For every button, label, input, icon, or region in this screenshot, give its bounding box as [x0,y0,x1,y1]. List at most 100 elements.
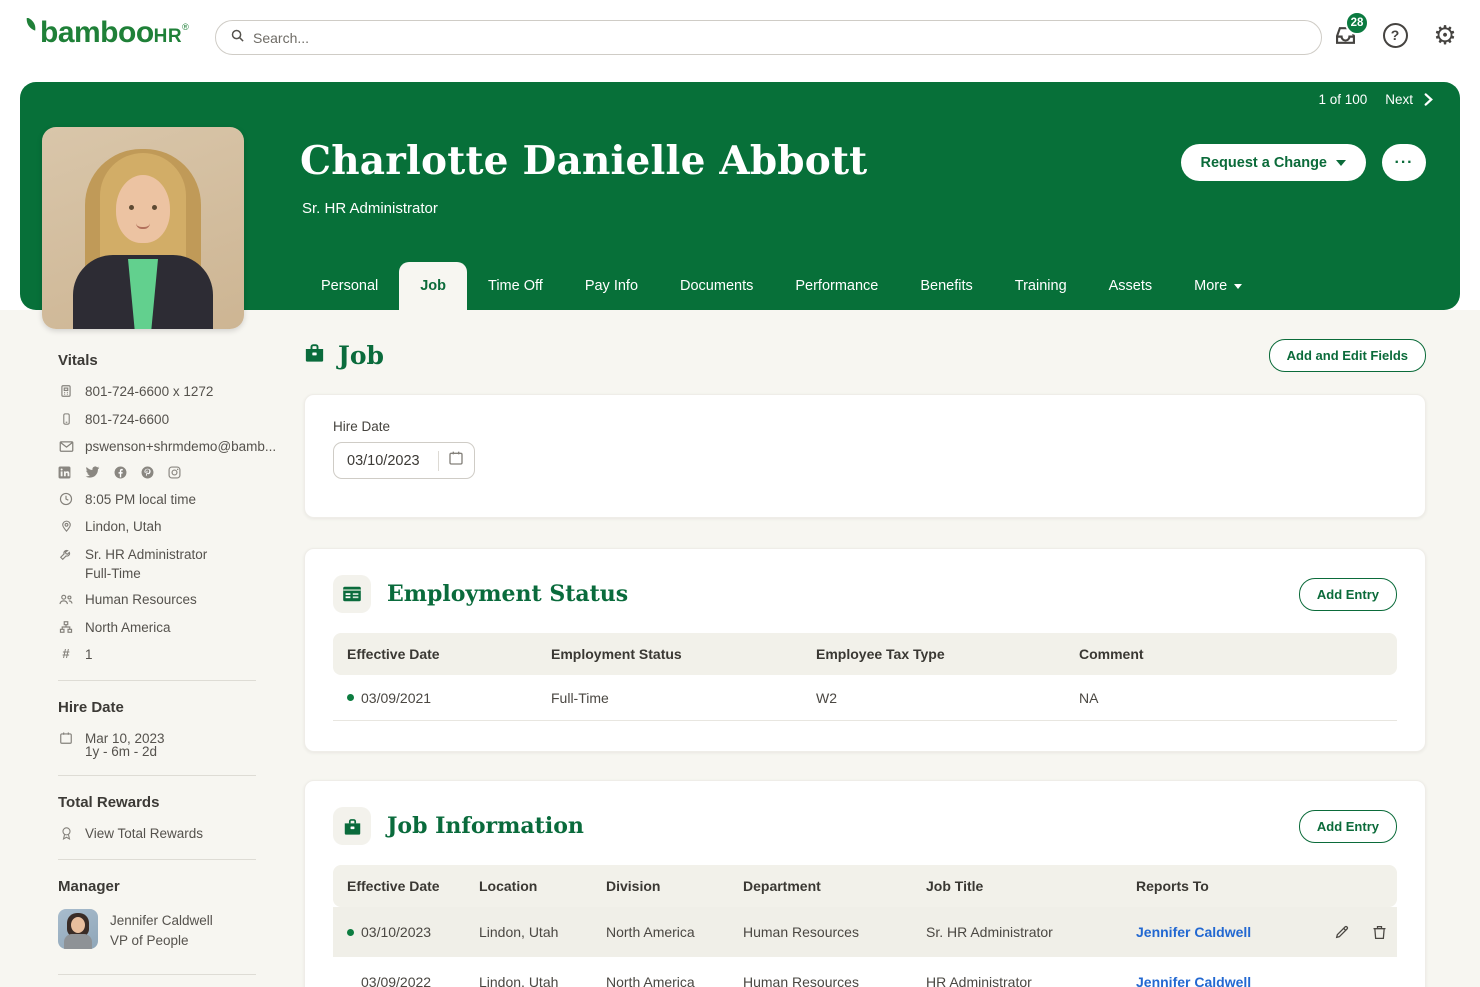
divider [58,775,256,776]
hire-date-input-value: 03/10/2023 [347,453,429,469]
work-phone-item: 801-724-6600 x 1272 [58,383,280,401]
tab-personal[interactable]: Personal [300,262,399,310]
social-links [58,466,280,479]
employee-photo[interactable] [42,127,244,329]
reports-to-link[interactable]: Jennifer Caldwell [1136,974,1251,987]
job-information-row[interactable]: 03/09/2022 Lindon, Utah North America Hu… [333,957,1397,987]
add-and-edit-fields-button[interactable]: Add and Edit Fields [1269,339,1426,372]
col-department: Department [729,878,912,894]
tab-training[interactable]: Training [994,262,1088,310]
hire-date-title: Hire Date [58,699,280,716]
search-input[interactable] [253,30,1307,46]
tab-documents[interactable]: Documents [659,262,774,310]
bamboohr-app: bamboo HR ® 28 ? ⚙ [0,0,1480,987]
briefcase-icon [304,343,325,367]
job-information-card: Job Information Add Entry Effective Date… [304,780,1426,987]
calendar-icon[interactable] [448,450,464,471]
bamboohr-logo[interactable]: bamboo HR ® [24,18,189,48]
current-indicator-dot [347,694,354,701]
division-value: North America [85,619,171,637]
header-actions: Request a Change ··· [1181,144,1427,181]
inbox-button[interactable]: 28 [1330,20,1360,50]
registered-mark: ® [182,22,189,32]
logo-text: bamboo [40,18,154,48]
email-item[interactable]: pswenson+shrmdemo@bamb... [58,438,280,456]
pinterest-icon[interactable] [141,466,154,479]
divider [58,974,256,975]
work-phone-value: 801-724-6600 x 1272 [85,383,213,401]
job-information-row[interactable]: 03/10/2023 Lindon, Utah North America Hu… [333,907,1397,957]
job-section-header: Job Add and Edit Fields [304,338,1426,372]
edit-row-button[interactable] [1334,924,1350,940]
view-total-rewards-label: View Total Rewards [85,825,203,843]
hash-icon: # [58,646,74,662]
employment-status-title: Employment Status [387,581,628,607]
help-icon: ? [1383,23,1408,48]
tab-pay-info[interactable]: Pay Info [564,262,659,310]
position-value: Sr. HR Administrator [85,546,207,564]
employment-status-icon [333,575,371,613]
job-information-add-entry-button[interactable]: Add Entry [1299,810,1397,843]
top-icons: 28 ? ⚙ [1330,20,1460,50]
twitter-icon[interactable] [85,466,100,479]
view-total-rewards-link[interactable]: View Total Rewards [58,825,280,843]
request-a-change-label: Request a Change [1201,155,1328,171]
email-value: pswenson+shrmdemo@bamb... [85,438,276,456]
request-a-change-button[interactable]: Request a Change [1181,144,1367,181]
department-item: Human Resources [58,591,280,609]
help-button[interactable]: ? [1380,20,1410,50]
manager-title: Manager [58,878,280,895]
instagram-icon[interactable] [168,466,181,479]
tab-assets[interactable]: Assets [1088,262,1174,310]
ellipsis-icon: ··· [1395,154,1414,172]
location-value: Lindon, Utah [85,518,162,536]
manager-card[interactable]: Jennifer Caldwell VP of People [58,909,280,950]
office-phone-icon [58,383,74,399]
org-chart-icon [58,619,74,635]
col-effective-date: Effective Date [333,878,465,894]
location-item: Lindon, Utah [58,518,280,536]
wrench-icon [58,546,74,562]
chevron-down-icon [1336,160,1346,166]
pagination-count: 1 of 100 [1318,92,1367,107]
location-pin-icon [58,518,74,534]
col-reports-to: Reports To [1122,878,1309,894]
employee-number-item: # 1 [58,646,280,664]
department-value: Human Resources [85,591,197,609]
vitals-title: Vitals [58,352,280,369]
delete-row-button[interactable] [1372,924,1387,940]
employment-status-row[interactable]: 03/09/2021 Full-Time W2 NA [333,675,1397,721]
tab-performance[interactable]: Performance [774,262,899,310]
manager-avatar [58,909,98,949]
email-icon [58,438,74,454]
tab-time-off[interactable]: Time Off [467,262,564,310]
facebook-icon[interactable] [114,466,127,479]
job-information-table-header: Effective Date Location Division Departm… [333,865,1397,907]
job-information-title: Job Information [387,813,584,839]
chevron-right-icon [1423,93,1434,106]
mobile-phone-value: 801-724-6600 [85,411,169,429]
tab-more[interactable]: More [1173,262,1263,310]
divider [58,680,256,681]
settings-button[interactable]: ⚙ [1430,20,1460,50]
vitals-sidebar: Vitals 801-724-6600 x 1272 801-724-6600 … [58,352,280,987]
employment-type-value: Full-Time [85,566,280,581]
next-employee-button[interactable]: Next [1385,92,1434,107]
employment-status-table-header: Effective Date Employment Status Employe… [333,633,1397,675]
col-effective-date: Effective Date [333,646,537,662]
notification-badge: 28 [1345,11,1369,35]
divider [58,859,256,860]
tab-job[interactable]: Job [399,262,467,310]
reports-to-link[interactable]: Jennifer Caldwell [1136,924,1251,940]
local-time-value: 8:05 PM local time [85,491,196,509]
employment-status-add-entry-button[interactable]: Add Entry [1299,578,1397,611]
linkedin-icon[interactable] [58,466,71,479]
tab-benefits[interactable]: Benefits [899,262,993,310]
award-icon [58,825,74,841]
hire-date-input[interactable]: 03/10/2023 [333,442,475,479]
more-actions-button[interactable]: ··· [1382,144,1426,181]
global-search[interactable] [215,20,1322,55]
employment-status-card: Employment Status Add Entry Effective Da… [304,548,1426,752]
profile-tabs: Personal Job Time Off Pay Info Documents… [300,262,1263,310]
employee-pagination: 1 of 100 Next [1318,92,1434,107]
